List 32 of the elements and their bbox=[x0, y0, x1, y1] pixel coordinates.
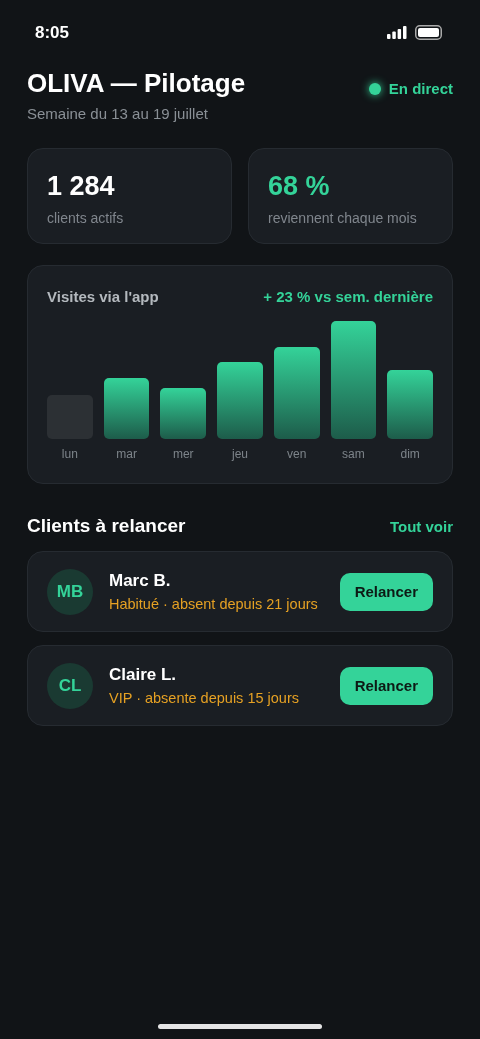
day-label: jeu bbox=[230, 447, 249, 461]
client-name: Claire L. bbox=[109, 665, 178, 685]
client-status: Habitué · absent depuis 21 jours bbox=[109, 596, 319, 612]
stat-label: clients actifs bbox=[47, 210, 125, 226]
page-title: OLIVA — Pilotage bbox=[27, 68, 246, 99]
bar bbox=[387, 370, 434, 439]
bar bbox=[103, 378, 150, 439]
day-label: sam bbox=[341, 447, 366, 461]
chart-title: Visites via l'app bbox=[47, 288, 159, 305]
stat-label: reviennent chaque mois bbox=[268, 210, 418, 226]
remind-button[interactable]: Relancer bbox=[339, 572, 433, 611]
clock: 8:05 bbox=[35, 22, 70, 43]
day-label: ven bbox=[286, 447, 308, 461]
client-avatar: CL bbox=[47, 662, 93, 709]
day-label: lun bbox=[60, 447, 79, 461]
stat-value: 1 284 bbox=[47, 171, 116, 202]
remind-button[interactable]: Relancer bbox=[339, 666, 433, 705]
live-label: En direct bbox=[388, 80, 453, 97]
client-avatar: MB bbox=[47, 568, 93, 615]
week-subtitle: Semaine du 13 au 19 juillet bbox=[27, 105, 209, 122]
see-all-link[interactable]: Tout voir bbox=[389, 517, 453, 535]
bar bbox=[160, 388, 207, 439]
day-label: dim bbox=[399, 447, 421, 461]
day-label: mer bbox=[171, 447, 195, 461]
stat-value: 68 % bbox=[268, 171, 331, 202]
battery-icon bbox=[415, 25, 442, 40]
day-label: mar bbox=[115, 447, 138, 461]
client-name: Marc B. bbox=[109, 571, 172, 591]
signal-icon bbox=[387, 26, 407, 39]
client-status: VIP · absente depuis 15 jours bbox=[109, 690, 300, 706]
section-title: Clients à relancer bbox=[27, 515, 186, 537]
trend-label: + 23 % vs sem. dernière bbox=[263, 288, 433, 305]
